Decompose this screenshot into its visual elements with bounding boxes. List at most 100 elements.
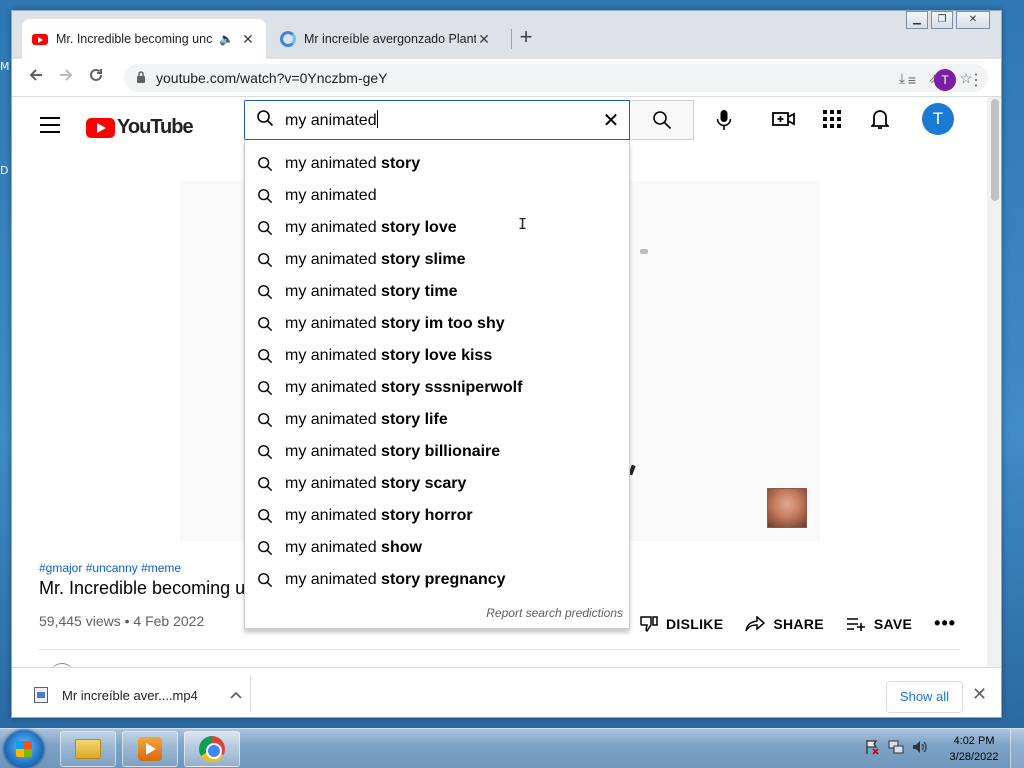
chevron-up-icon[interactable] — [230, 688, 242, 702]
browser-toolbar: youtube.com/watch?v=0Ynczbm-geY ⤓ ⇗ ☆ ≡ … — [12, 59, 1001, 97]
downloads-separator — [250, 676, 251, 712]
desktop-edge-letter: D — [0, 164, 9, 177]
search-icon — [245, 252, 285, 268]
suggestion-completion: story horror — [376, 507, 473, 524]
video-file-icon — [34, 687, 48, 703]
search-suggestion-item[interactable]: my animated story — [245, 148, 629, 180]
suggestion-prefix: my animated — [285, 443, 377, 460]
action-center-flag-icon[interactable] — [864, 739, 880, 755]
account-avatar[interactable]: T — [922, 103, 954, 135]
search-suggestion-item[interactable]: my animated story sssniperwolf — [245, 372, 629, 404]
search-suggestion-item[interactable]: my animated story horror — [245, 500, 629, 532]
taskbar-media-player[interactable] — [122, 731, 178, 767]
show-desktop-button[interactable] — [1010, 729, 1024, 768]
more-actions-icon[interactable]: ••• — [934, 613, 956, 634]
search-icon — [245, 412, 285, 428]
close-downloads-icon[interactable]: ✕ — [972, 684, 987, 705]
save-button[interactable]: SAVE — [846, 616, 912, 632]
desktop-edge-letter: M — [0, 60, 10, 73]
taskbar-explorer[interactable] — [60, 731, 116, 767]
suggestion-completion: story life — [376, 411, 448, 428]
url-text: youtube.com/watch?v=0Ynczbm-geY — [156, 70, 388, 86]
search-icon — [245, 380, 285, 396]
section-divider — [38, 649, 960, 650]
search-suggestion-item[interactable]: my animated story love kiss — [245, 340, 629, 372]
search-suggestion-item[interactable]: my animated story scary — [245, 468, 629, 500]
search-suggestion-item[interactable]: my animated story time — [245, 276, 629, 308]
search-suggestion-item[interactable]: my animated story slime — [245, 244, 629, 276]
search-icon — [245, 540, 285, 556]
start-button[interactable] — [4, 730, 44, 768]
forward-button[interactable] — [51, 63, 81, 93]
edge-favicon-icon — [280, 31, 296, 47]
report-search-predictions-link[interactable]: Report search predictions — [486, 606, 623, 620]
search-button[interactable] — [630, 100, 694, 140]
search-suggestion-item[interactable]: my animated story pregnancy — [245, 564, 629, 596]
close-window-button[interactable]: ✕ — [956, 11, 990, 29]
suggestion-completion: story scary — [376, 475, 467, 492]
browser-menu-icon[interactable]: ⋮ — [968, 70, 984, 90]
youtube-page: YouTube my animated ✕ T #gmajor #uncanny… — [12, 97, 987, 667]
search-suggestion-item[interactable]: my animated story life — [245, 404, 629, 436]
search-suggestion-item[interactable]: my animated story im too shy — [245, 308, 629, 340]
youtube-logo[interactable]: YouTube — [86, 116, 194, 139]
search-icon — [245, 220, 285, 236]
suggestion-prefix: my animated — [285, 507, 377, 524]
tab-youtube-video[interactable]: Mr. Incredible becoming unc 🔈 ✕ — [22, 19, 266, 59]
youtube-logo-text: YouTube — [117, 116, 194, 138]
search-suggestion-item[interactable]: my animated — [245, 180, 629, 212]
media-control-icon[interactable]: ≡ — [902, 72, 922, 88]
video-hashtags[interactable]: #gmajor #uncanny #meme — [39, 561, 181, 575]
new-tab-button[interactable]: + — [513, 25, 539, 51]
back-button[interactable] — [21, 63, 51, 93]
minimize-button[interactable]: ▁ — [906, 11, 928, 29]
taskbar-chrome[interactable] — [184, 731, 240, 767]
media-player-icon — [138, 737, 162, 761]
suggestion-completion: story love kiss — [376, 347, 493, 364]
back-arrow-icon — [29, 68, 42, 81]
dislike-button[interactable]: DISLIKE — [640, 615, 723, 633]
voice-search-button[interactable] — [706, 102, 742, 138]
close-tab-icon[interactable]: ✕ — [476, 31, 492, 48]
search-icon — [245, 508, 285, 524]
thumbs-down-icon — [640, 615, 658, 632]
system-clock[interactable]: 4:02 PM 3/28/2022 — [948, 733, 1000, 765]
chrome-icon — [199, 736, 225, 762]
download-item[interactable]: Mr increíble aver....mp4 — [34, 680, 252, 710]
lock-icon[interactable] — [136, 70, 146, 86]
restore-button[interactable]: ❐ — [931, 11, 953, 29]
page-scrollbar[interactable] — [987, 97, 1001, 667]
clear-search-icon[interactable]: ✕ — [593, 108, 629, 133]
suggestion-prefix: my animated — [285, 155, 377, 172]
notifications-bell-icon[interactable] — [868, 107, 892, 131]
share-button[interactable]: SHARE — [745, 615, 824, 632]
youtube-play-logo-icon — [86, 117, 115, 138]
address-bar[interactable]: youtube.com/watch?v=0Ynczbm-geY ⤓ ⇗ ☆ — [124, 64, 988, 92]
apps-grid-icon[interactable] — [820, 107, 844, 131]
show-all-button[interactable]: Show all — [886, 681, 963, 713]
search-suggestion-item[interactable]: my animated show — [245, 532, 629, 564]
suggestion-completion: story love — [376, 219, 457, 236]
profile-avatar[interactable]: T — [934, 69, 956, 91]
suggestion-prefix: my animated — [285, 187, 377, 204]
reload-icon — [90, 68, 102, 81]
video-meta: 59,445 views • 4 Feb 2022 — [39, 613, 205, 629]
search-box[interactable]: my animated ✕ — [244, 100, 630, 140]
reload-button[interactable] — [81, 63, 111, 93]
network-icon[interactable] — [888, 739, 904, 755]
tab-edge-page[interactable]: Mr increíble avergonzado Plantill ✕ — [270, 19, 502, 59]
search-icon — [245, 476, 285, 492]
suggestion-completion: story slime — [376, 251, 466, 268]
search-input[interactable]: my animated — [285, 110, 593, 130]
save-label: SAVE — [873, 615, 913, 632]
search-suggestion-item[interactable]: my animated story billionaire — [245, 436, 629, 468]
system-tray — [864, 739, 928, 755]
scrollbar-thumb[interactable] — [991, 99, 999, 201]
create-video-icon[interactable] — [772, 107, 796, 131]
volume-icon[interactable] — [912, 739, 928, 755]
search-suggestion-item[interactable]: my animated story love — [245, 212, 629, 244]
close-tab-icon[interactable]: ✕ — [240, 31, 256, 48]
hamburger-menu-icon[interactable] — [40, 117, 60, 138]
speaker-icon[interactable]: 🔈 — [219, 32, 234, 46]
text-cursor-icon: I — [518, 215, 528, 233]
